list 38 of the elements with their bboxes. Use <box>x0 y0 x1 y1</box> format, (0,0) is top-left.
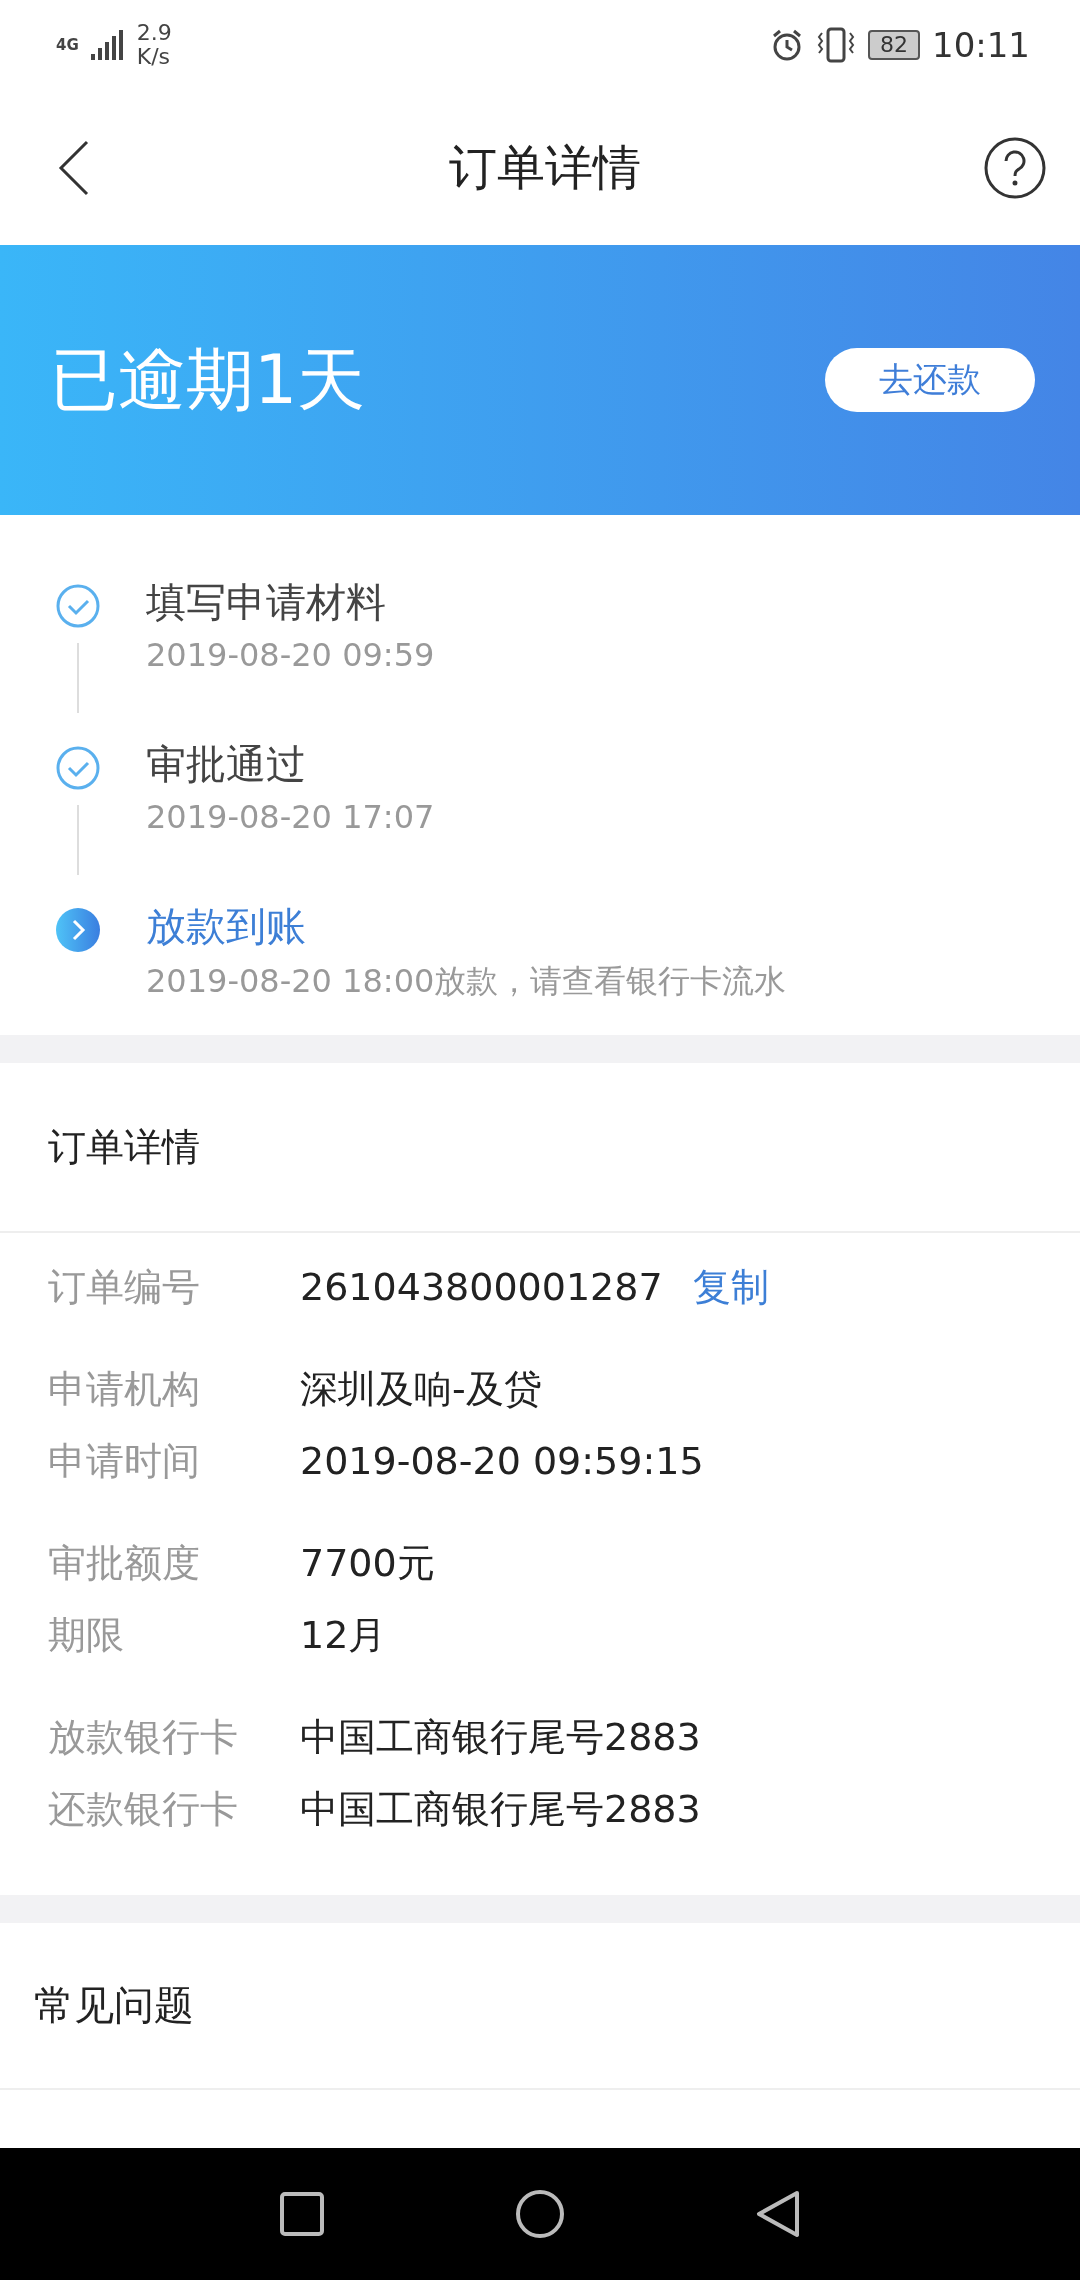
step-time: 2019-08-20 17:07 <box>146 798 435 836</box>
section-title: 订单详情 <box>0 1063 1080 1233</box>
step-time: 2019-08-20 18:00放款，请查看银行卡流水 <box>146 961 787 1002</box>
help-icon <box>984 136 1046 199</box>
field-value: 中国工商银行尾号2883 <box>300 1785 701 1833</box>
field-label: 审批额度 <box>48 1539 201 1587</box>
field-value: 中国工商银行尾号2883 <box>300 1713 701 1761</box>
battery-level: 82 <box>868 30 920 60</box>
copy-link[interactable]: 复制 <box>692 1261 769 1313</box>
triangle-icon[interactable] <box>755 2189 801 2239</box>
signal-icon <box>90 30 125 60</box>
square-icon[interactable] <box>279 2191 325 2237</box>
step-time: 2019-08-20 09:59 <box>146 636 435 674</box>
step-title: 审批通过 <box>146 740 307 789</box>
network-type: 4G <box>56 36 79 54</box>
field-value: 261043800001287 <box>300 1265 663 1309</box>
alarm-icon <box>770 28 804 62</box>
field-value: 7700元 <box>300 1539 435 1587</box>
field-label: 申请时间 <box>48 1437 201 1485</box>
field-value: 12月 <box>300 1611 387 1659</box>
page-title: 订单详情 <box>449 137 641 197</box>
vibrate-icon <box>816 27 856 63</box>
circle-icon[interactable] <box>515 2189 565 2239</box>
field-label: 申请机构 <box>48 1365 201 1413</box>
field-label: 还款银行卡 <box>48 1785 239 1833</box>
speed-unit: K/s <box>136 45 172 69</box>
field-label: 期限 <box>48 1611 125 1659</box>
overdue-status: 已逾期1天 <box>50 338 366 421</box>
repay-button[interactable]: 去还款 <box>825 348 1035 412</box>
clock: 10:11 <box>932 25 1030 65</box>
step-title: 放款到账 <box>146 902 307 951</box>
field-value: 深圳及响-及贷 <box>300 1365 542 1413</box>
field-label: 订单编号 <box>48 1263 201 1311</box>
field-label: 放款银行卡 <box>48 1713 239 1761</box>
section-title: 常见问题 <box>0 1923 1080 2090</box>
step-title: 填写申请材料 <box>146 578 387 627</box>
speed-value: 2.9 <box>136 21 172 45</box>
field-value: 2019-08-20 09:59:15 <box>300 1439 704 1483</box>
